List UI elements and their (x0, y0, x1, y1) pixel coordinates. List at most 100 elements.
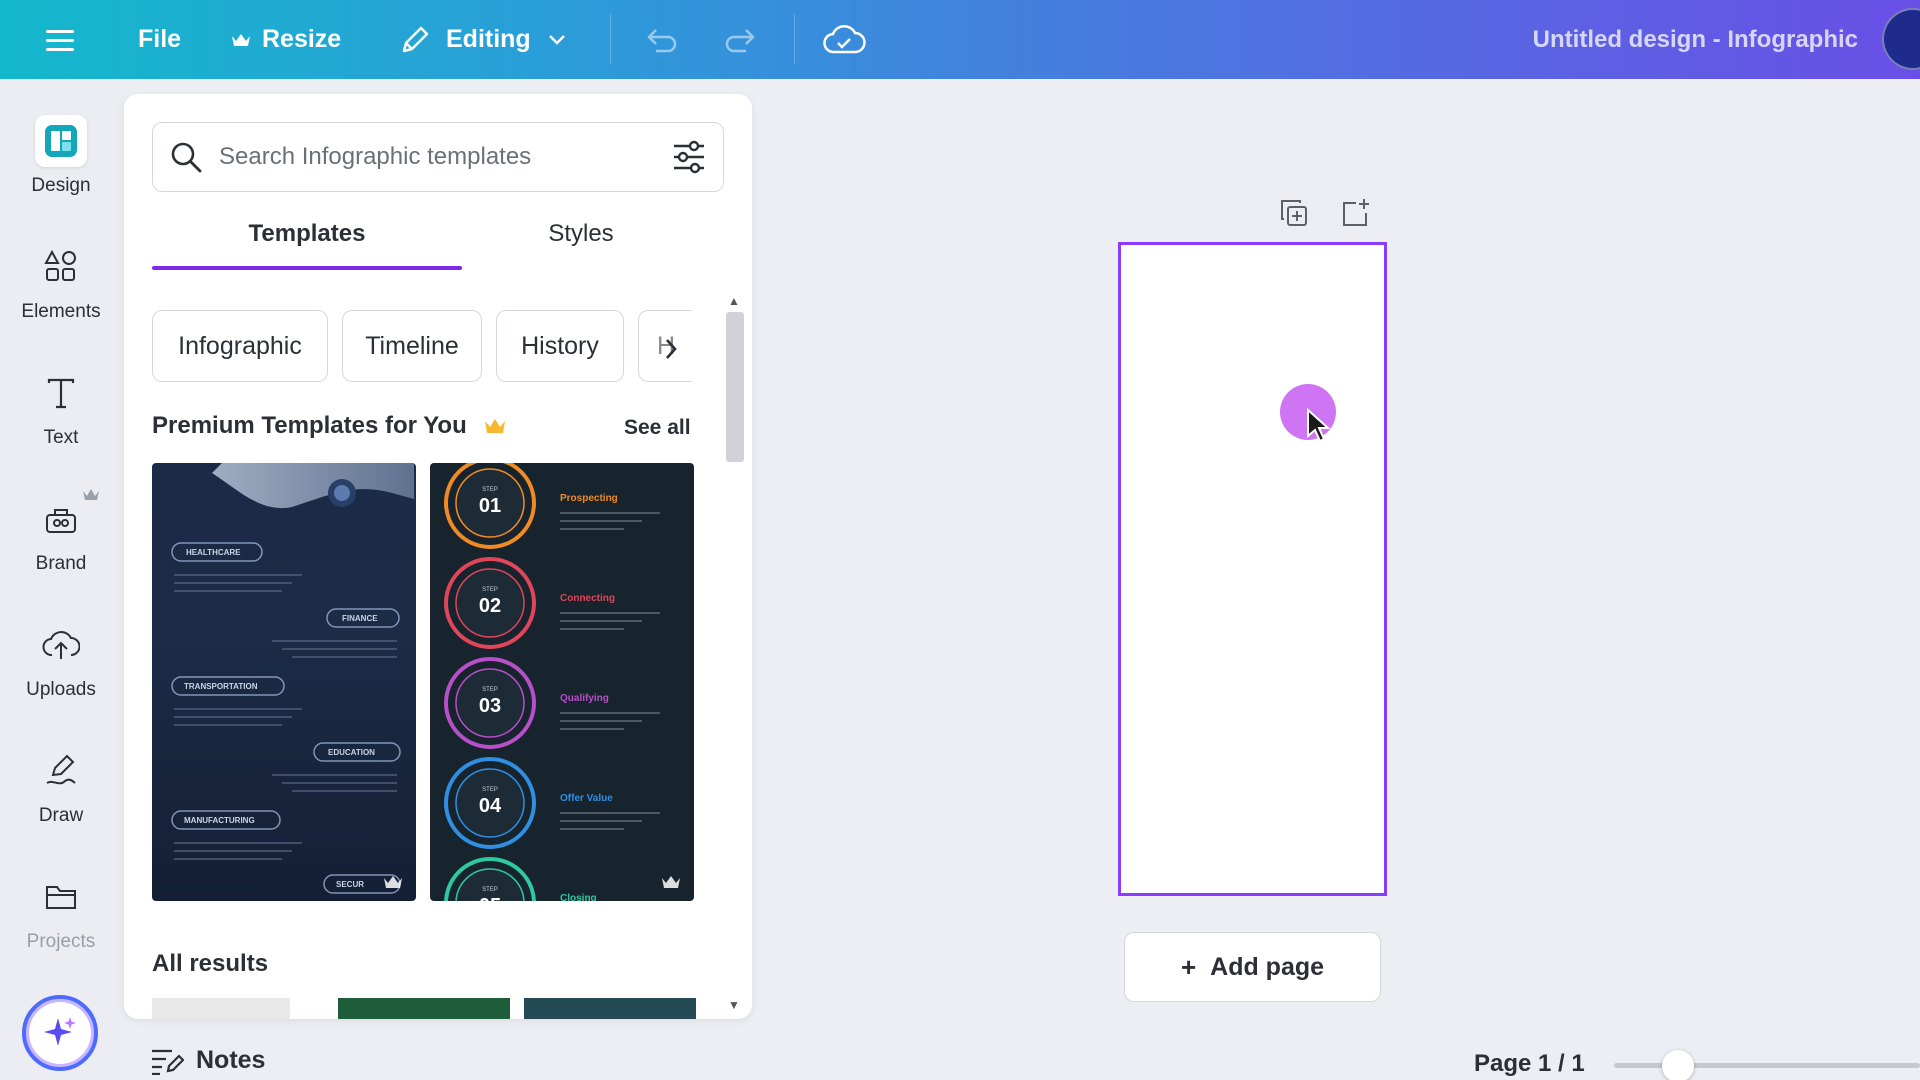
step-label: STEP (482, 887, 498, 893)
notes-button[interactable]: Notes (150, 1046, 265, 1075)
step-item: STEP 01 Prospecting (444, 463, 660, 549)
chip-timeline[interactable]: Timeline (342, 310, 482, 382)
notes-label: Notes (196, 1046, 266, 1074)
tab-templates[interactable]: Templates (152, 212, 462, 270)
result-thumbnail[interactable] (524, 998, 696, 1019)
redo-icon (725, 28, 755, 52)
toolbar-divider (794, 14, 795, 64)
add-page-button[interactable]: + Add page (1124, 932, 1381, 1002)
hamburger-menu-icon (46, 29, 74, 51)
rail-item-elements[interactable]: Elements (0, 241, 122, 323)
step-number: 04 (479, 795, 502, 817)
step-title: Offer Value (560, 793, 613, 804)
pencil-icon (402, 26, 429, 52)
template-thumbnail-art: STEP 01 Prospecting STEP 02 Connecting STEP 03 Q… (444, 463, 660, 901)
step-item: STEP 03 Qualifying (444, 657, 660, 749)
scroll-up-arrow[interactable]: ▲ (728, 294, 740, 308)
page-tools (1278, 197, 1372, 229)
editing-mode-dropdown[interactable]: Editing (398, 0, 567, 79)
result-thumbnail[interactable] (152, 998, 290, 1019)
uploads-icon (35, 619, 87, 671)
add-page-icon[interactable] (1340, 197, 1372, 229)
save-status-button[interactable] (822, 0, 866, 79)
tpl1-tag-5: MANUFACTURING (184, 816, 255, 825)
rail-item-brand[interactable]: Brand (0, 489, 122, 575)
step-label: STEP (482, 487, 498, 493)
rail-item-uploads[interactable]: Uploads (0, 619, 122, 701)
step-number: 03 (479, 695, 501, 717)
search-icon (171, 142, 202, 173)
editing-label: Editing (446, 25, 531, 53)
chips-scroll-right-button[interactable] (664, 334, 678, 368)
menu-button[interactable] (44, 0, 80, 79)
chip-history[interactable]: History (496, 310, 624, 382)
tpl1-tag-1: HEALTHCARE (186, 548, 241, 557)
step-item: STEP 05 Closing (444, 857, 597, 901)
design-page-canvas[interactable] (1118, 242, 1387, 896)
redo-button[interactable] (724, 0, 760, 79)
chip-label: History (521, 331, 599, 360)
result-thumbnail[interactable] (338, 998, 510, 1019)
rail-item-draw[interactable]: Draw (0, 745, 122, 827)
undo-button[interactable] (642, 0, 678, 79)
toolbar-divider (610, 14, 611, 64)
search-placeholder: Search Infographic templates (219, 143, 532, 170)
rail-label: Design (31, 175, 91, 196)
rail-label: Uploads (26, 679, 96, 700)
template-card-industries[interactable]: HEALTHCARE FINANCE TRANSPORTATION EDUCAT… (152, 463, 416, 901)
see-all-link[interactable]: See all (624, 416, 691, 440)
rail-item-projects[interactable]: Projects (0, 871, 122, 953)
step-title: Prospecting (560, 493, 618, 504)
brand-icon (35, 489, 99, 545)
all-results-heading: All results (152, 950, 269, 977)
chevron-right-icon (666, 339, 677, 359)
notes-icon (152, 1049, 184, 1075)
scroll-down-arrow[interactable]: ▼ (728, 998, 740, 1012)
tpl1-tag-4: EDUCATION (328, 748, 375, 757)
chip-label: Timeline (365, 331, 459, 360)
template-card-steps[interactable]: STEP 01 Prospecting STEP 02 Connecting STEP 03 Q… (430, 463, 694, 901)
file-label: File (138, 25, 182, 53)
step-label: STEP (482, 687, 498, 693)
magic-assistant-button[interactable] (22, 995, 98, 1071)
design-title-text: Untitled design - Infographic (1532, 25, 1858, 53)
tab-styles[interactable]: Styles (438, 212, 724, 270)
crown-icon (232, 33, 250, 46)
mouse-cursor-icon (1307, 408, 1331, 443)
avatar[interactable] (1882, 8, 1920, 70)
rail-label: Elements (21, 301, 101, 322)
design-title[interactable]: Untitled design - Infographic (1533, 0, 1858, 79)
draw-icon (35, 745, 87, 797)
file-menu-button[interactable]: File (138, 0, 181, 79)
step-title: Qualifying (560, 693, 609, 704)
page-indicator[interactable]: Page 1 / 1 (1474, 1050, 1585, 1078)
rail-item-design[interactable]: Design (0, 115, 122, 197)
step-number: 02 (479, 595, 501, 617)
cloud-check-icon (823, 24, 866, 53)
tab-label: Templates (248, 220, 366, 247)
crown-icon (83, 489, 99, 500)
top-bar: File Resize Editing Untitled design - In… (0, 0, 1920, 79)
template-search-input[interactable]: Search Infographic templates (152, 122, 724, 192)
rail-label: Text (43, 427, 79, 448)
duplicate-page-icon[interactable] (1278, 197, 1310, 229)
rail-label: Projects (26, 931, 96, 952)
rail-item-text[interactable]: Text (0, 367, 122, 449)
section-title-text: Premium Templates for You (152, 412, 467, 439)
panel-scrollbar[interactable] (726, 312, 744, 462)
template-thumbnail-art: HEALTHCARE FINANCE TRANSPORTATION EDUCAT… (171, 463, 414, 894)
panel-tabs: Templates Styles (152, 212, 724, 270)
sparkle-icon (44, 1017, 76, 1046)
resize-button[interactable]: Resize (230, 0, 341, 79)
projects-icon (35, 871, 87, 923)
filter-sliders-icon[interactable] (671, 140, 707, 174)
zoom-slider-handle[interactable] (1662, 1050, 1694, 1080)
active-tab-indicator (152, 266, 462, 270)
tab-label: Styles (548, 220, 614, 247)
chip-infographic[interactable]: Infographic (152, 310, 328, 382)
templates-panel: Search Infographic templates Templates S… (124, 94, 752, 1019)
add-page-label: Add page (1210, 952, 1325, 981)
zoom-slider-track[interactable] (1614, 1063, 1920, 1068)
design-icon (35, 115, 87, 167)
premium-crown-icon (662, 876, 680, 888)
